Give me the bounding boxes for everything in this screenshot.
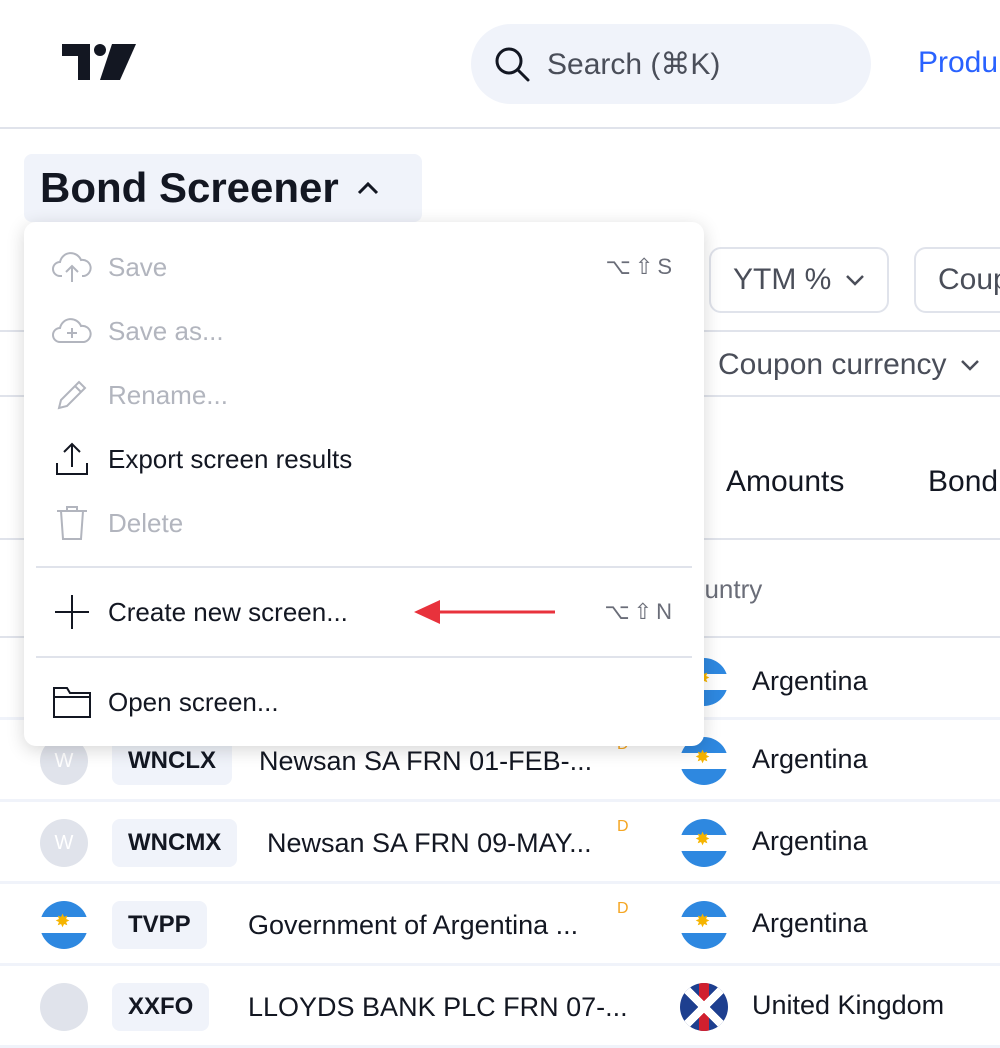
chevron-up-icon xyxy=(357,181,378,195)
country-cell: Argentina xyxy=(752,826,868,856)
search-icon xyxy=(495,47,530,82)
nav-products[interactable]: Produ xyxy=(918,46,998,80)
filter-coupon-currency[interactable]: Coupon currency xyxy=(718,348,980,382)
filter-coupon[interactable]: Coup xyxy=(914,247,1000,313)
menu-item-delete[interactable]: Delete xyxy=(24,491,704,555)
menu-item-save-as[interactable]: Save as... xyxy=(24,299,704,363)
chevron-down-icon xyxy=(961,360,980,371)
bond-name[interactable]: Newsan SA FRN 09-MAY... xyxy=(267,828,592,859)
menu-item-label: Create new screen... xyxy=(108,596,348,627)
argentina-flag-icon xyxy=(680,901,728,949)
country-cell: Argentina xyxy=(752,666,868,696)
delayed-badge: D xyxy=(617,900,629,917)
menu-item-rename[interactable]: Rename... xyxy=(24,363,704,427)
argentina-flag-icon xyxy=(680,819,728,867)
menu-item-label: Save xyxy=(108,251,168,282)
menu-item-save[interactable]: Save ⌥⇧S xyxy=(24,235,704,299)
menu-divider xyxy=(36,656,692,658)
menu-item-create-new-screen[interactable]: Create new screen... ⌥⇧N xyxy=(24,580,704,644)
tab-bond[interactable]: Bond xyxy=(928,465,998,499)
avatar: W xyxy=(40,819,88,867)
filter-label: Coup xyxy=(938,263,1000,296)
table-row[interactable]: TVPP Government of Argentina ... D Argen… xyxy=(0,884,1000,966)
tradingview-logo[interactable] xyxy=(62,44,136,85)
trash-icon xyxy=(52,503,92,543)
menu-item-export[interactable]: Export screen results xyxy=(24,427,704,491)
menu-item-label: Export screen results xyxy=(108,443,353,474)
country-cell: Argentina xyxy=(752,908,868,938)
annotation-arrow xyxy=(414,600,555,624)
plus-icon xyxy=(52,592,92,632)
menu-item-label: Delete xyxy=(108,507,184,538)
folder-icon xyxy=(52,682,92,722)
screener-title-button[interactable]: Bond Screener xyxy=(24,154,422,222)
screen-options-menu: Save ⌥⇧S Save as... Rename... Export scr… xyxy=(24,222,704,746)
bond-name[interactable]: LLOYDS BANK PLC FRN 07-... xyxy=(248,992,628,1023)
avatar xyxy=(40,983,88,1031)
shortcut-label: ⌥⇧N xyxy=(604,599,676,624)
page-title: Bond Screener xyxy=(40,164,339,211)
filter-ytm[interactable]: YTM % xyxy=(709,247,890,313)
bond-name[interactable]: Government of Argentina ... xyxy=(248,910,578,941)
filter-label: YTM % xyxy=(733,263,832,296)
uk-flag-icon xyxy=(680,983,728,1031)
country-cell: Argentina xyxy=(752,744,868,774)
argentina-flag-icon xyxy=(40,901,88,949)
filter-label: Coupon currency xyxy=(718,348,947,381)
search-placeholder: Search (⌘K) xyxy=(547,47,721,81)
delayed-badge: D xyxy=(617,818,629,835)
cloud-plus-icon xyxy=(52,311,92,351)
menu-item-label: Rename... xyxy=(108,379,228,410)
menu-divider xyxy=(36,566,692,568)
search-bar[interactable]: Search (⌘K) xyxy=(471,24,871,104)
country-cell: United Kingdom xyxy=(752,990,945,1020)
menu-item-label: Open screen... xyxy=(108,686,279,717)
shortcut-label: ⌥⇧S xyxy=(605,254,676,279)
export-icon xyxy=(52,439,92,479)
top-header: Search (⌘K) Produ xyxy=(0,0,1000,129)
tab-amounts[interactable]: Amounts xyxy=(726,465,844,499)
ticker-chip[interactable]: WNCMX xyxy=(112,819,238,867)
pencil-icon xyxy=(52,375,92,415)
ticker-chip[interactable]: XXFO xyxy=(112,983,210,1031)
ticker-chip[interactable]: TVPP xyxy=(112,901,207,949)
table-row[interactable]: W WNCMX Newsan SA FRN 09-MAY... D Argent… xyxy=(0,802,1000,884)
menu-item-open-screen[interactable]: Open screen... xyxy=(24,670,704,734)
menu-item-label: Save as... xyxy=(108,315,224,346)
bond-name[interactable]: Newsan SA FRN 01-FEB-... xyxy=(259,746,592,777)
chevron-down-icon xyxy=(846,275,865,286)
table-row[interactable]: XXFO LLOYDS BANK PLC FRN 07-... United K… xyxy=(0,966,1000,1048)
cloud-upload-icon xyxy=(52,247,92,287)
